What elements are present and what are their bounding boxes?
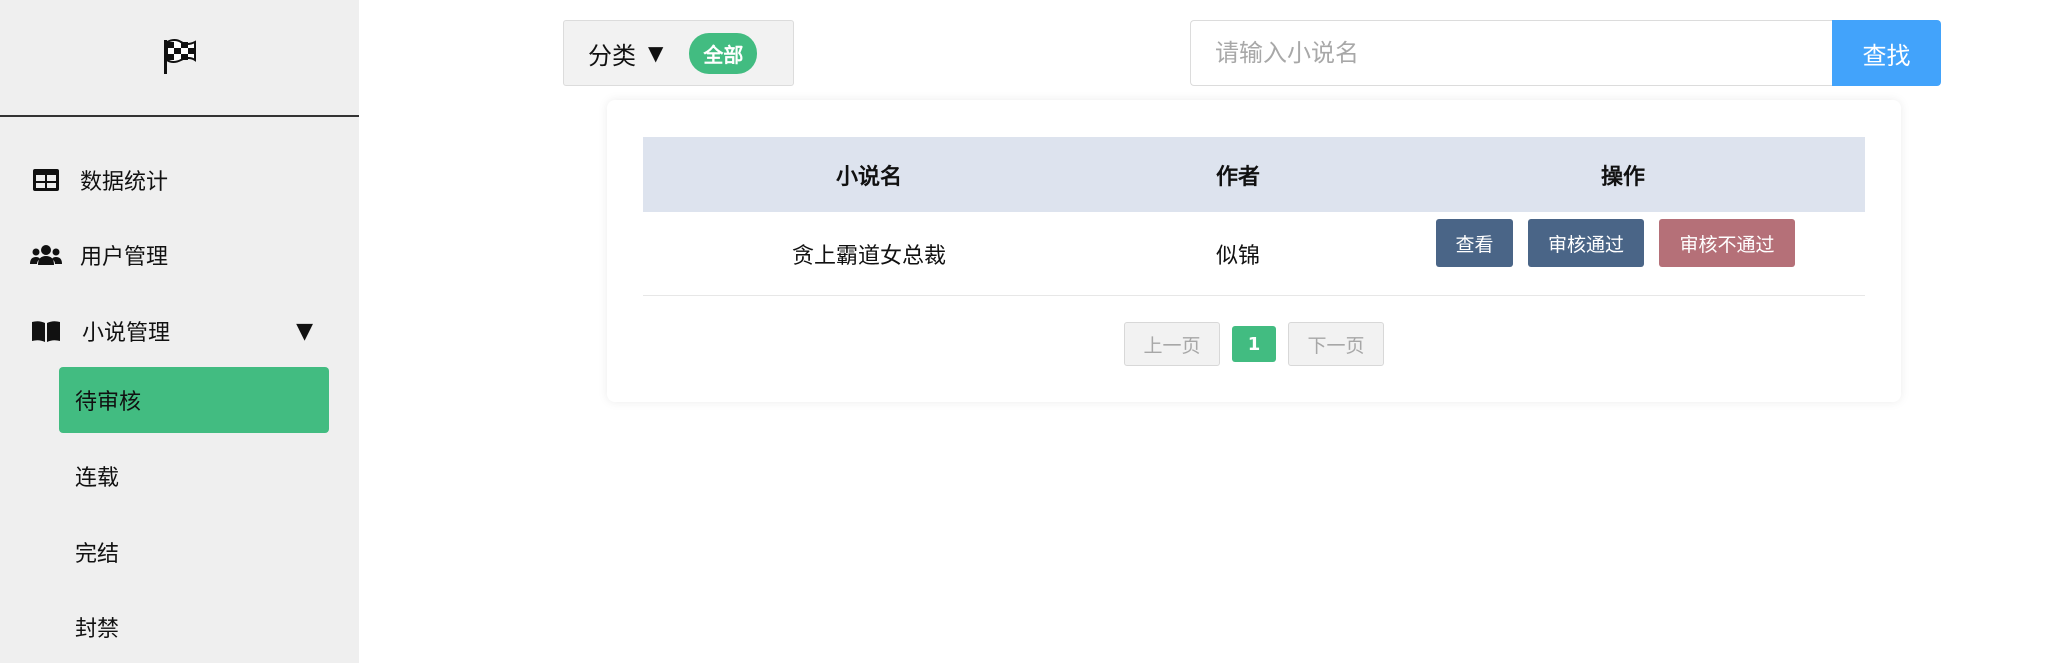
sidebar-subitem-label: 连载 bbox=[75, 466, 120, 491]
sidebar-item-novels[interactable]: 小说管理 ▼ bbox=[0, 301, 359, 361]
approve-button[interactable]: 审核通过 bbox=[1528, 219, 1644, 267]
sidebar-subitem-banned[interactable]: 封禁 bbox=[59, 594, 329, 660]
sidebar-subitem-serializing[interactable]: 连载 bbox=[59, 443, 329, 509]
novel-table-card: 小说名 作者 操作 贪上霸道女总裁 似锦 查看 审核通过 审核不通过 上一页 1… bbox=[607, 100, 1901, 402]
search-input[interactable] bbox=[1190, 20, 1833, 86]
book-open-icon bbox=[30, 317, 62, 345]
chevron-down-icon[interactable]: ▼ bbox=[296, 319, 313, 344]
reject-button[interactable]: 审核不通过 bbox=[1659, 219, 1795, 267]
sidebar: 数据统计 用户管理 小说管理 ▼ 待审核 连载 完结 封禁 bbox=[0, 0, 359, 663]
next-page-button[interactable]: 下一页 bbox=[1288, 322, 1384, 366]
view-button[interactable]: 查看 bbox=[1436, 219, 1513, 267]
table-header: 小说名 作者 操作 bbox=[643, 137, 1865, 212]
table-icon bbox=[30, 166, 62, 194]
novel-author-cell: 似锦 bbox=[1215, 244, 1260, 269]
search-button[interactable]: 查找 bbox=[1832, 20, 1941, 86]
sidebar-item-statistics[interactable]: 数据统计 bbox=[0, 150, 359, 210]
sidebar-item-users[interactable]: 用户管理 bbox=[0, 225, 359, 285]
sidebar-subitem-label: 封禁 bbox=[75, 617, 120, 642]
chevron-down-icon: ▼ bbox=[648, 41, 664, 65]
category-label: 分类 bbox=[588, 41, 636, 70]
users-icon bbox=[30, 241, 62, 269]
category-dropdown[interactable]: 分类 ▼ 全部 bbox=[563, 20, 794, 86]
category-selected-badge: 全部 bbox=[689, 32, 758, 74]
sidebar-subitem-completed[interactable]: 完结 bbox=[59, 519, 329, 585]
prev-page-button[interactable]: 上一页 bbox=[1124, 322, 1220, 366]
column-header-actions: 操作 bbox=[1600, 164, 1645, 190]
column-header-title: 小说名 bbox=[835, 164, 902, 190]
column-header-author: 作者 bbox=[1215, 164, 1260, 190]
sidebar-subitem-pending[interactable]: 待审核 bbox=[59, 367, 329, 433]
sidebar-item-label: 小说管理 bbox=[82, 321, 171, 346]
page-number-current[interactable]: 1 bbox=[1232, 326, 1276, 362]
logo[interactable] bbox=[0, 0, 359, 117]
novel-title-cell: 贪上霸道女总裁 bbox=[791, 244, 946, 269]
sidebar-subitem-label: 待审核 bbox=[75, 390, 142, 415]
checkered-flag-icon bbox=[161, 36, 199, 80]
sidebar-subitem-label: 完结 bbox=[75, 542, 120, 567]
sidebar-item-label: 数据统计 bbox=[80, 170, 169, 195]
sidebar-item-label: 用户管理 bbox=[80, 245, 169, 270]
